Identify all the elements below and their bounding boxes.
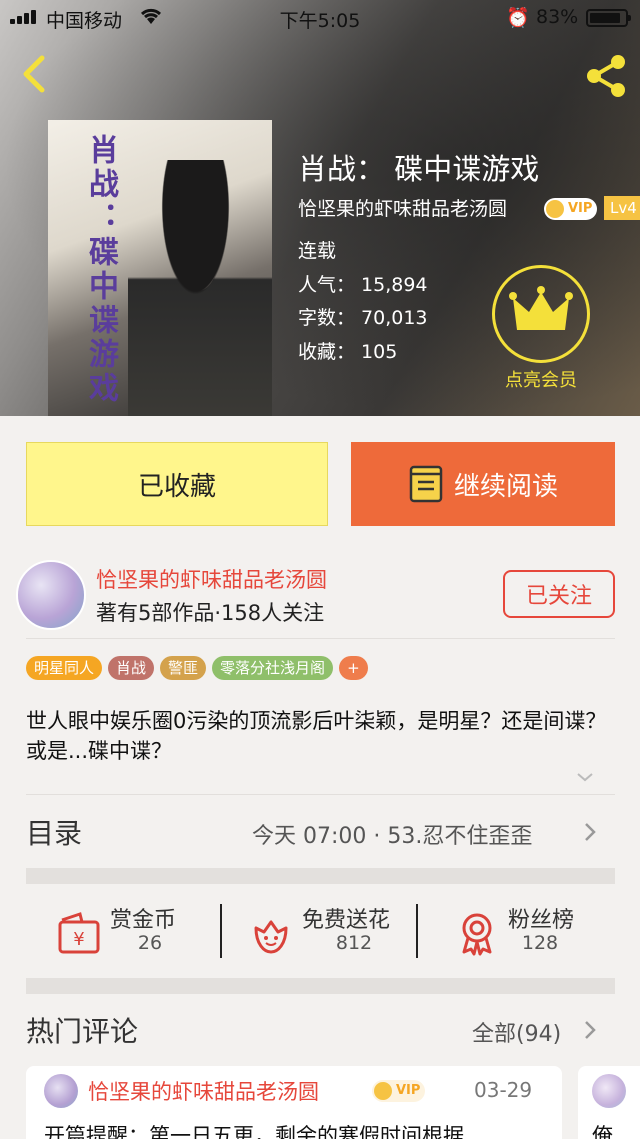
- word-count-stat: 字数： 70,013: [298, 307, 428, 329]
- divider: [26, 794, 615, 795]
- flower-count: 812: [335, 932, 373, 954]
- comment-card[interactable]: 俺: [578, 1066, 640, 1139]
- author-summary: 著有5部作品·158人关注: [96, 601, 325, 625]
- send-flower-label: 免费送花: [302, 908, 391, 933]
- commenter-avatar[interactable]: [592, 1074, 626, 1108]
- hot-comments-title: 热门评论: [26, 1015, 139, 1048]
- cover-title: 肖战：碟中谍游戏: [83, 134, 118, 406]
- author-name[interactable]: 恰坚果的虾味甜品老汤圆: [96, 564, 327, 594]
- vip-badge: VIP: [372, 1080, 426, 1102]
- comment-date: 03-29: [474, 1078, 533, 1102]
- author-avatar[interactable]: [16, 560, 86, 630]
- author-row: 恰坚果的虾味甜品老汤圆 著有5部作品·158人关注 已关注: [0, 556, 640, 636]
- coin-envelope-icon: ¥: [58, 912, 100, 954]
- reader-actions: ¥ 赏金币 26 免费送花 812 粉丝榜 128: [26, 886, 615, 978]
- book-title: 肖战： 碟中谍游戏: [298, 152, 540, 186]
- reward-coins-button[interactable]: ¥ 赏金币 26: [56, 886, 216, 978]
- comment-text: 开篇提醒：第一日五更，剩余的寒假时间根据: [44, 1124, 464, 1139]
- book-cover[interactable]: 肖战：碟中谍游戏: [48, 120, 272, 416]
- divider: [220, 904, 222, 958]
- book-author[interactable]: 恰坚果的虾味甜品老汤圆: [298, 194, 507, 221]
- popularity-stat: 人气： 15,894: [298, 274, 428, 296]
- commenter-avatar[interactable]: [44, 1074, 78, 1108]
- collected-button[interactable]: 已收藏: [26, 442, 328, 526]
- chevron-right-icon: [584, 1020, 596, 1040]
- expand-description-button[interactable]: [576, 768, 594, 782]
- member-label[interactable]: 点亮会员: [492, 366, 590, 392]
- latest-chapter-link[interactable]: 今天 07:00 · 53.忍不住歪歪: [252, 818, 532, 850]
- continue-reading-button[interactable]: 继续阅读: [351, 442, 615, 526]
- tag-list: 明星同人 肖战 警匪 零落分社浅月阁 +: [26, 656, 368, 682]
- reward-coins-count: 26: [137, 932, 163, 954]
- vip-badge: VIP: [544, 198, 598, 220]
- tag-item[interactable]: 肖战: [108, 656, 155, 680]
- tag-item[interactable]: 零落分社浅月阁: [212, 656, 334, 680]
- back-button[interactable]: [14, 52, 54, 96]
- book-description: 世人眼中娱乐圈0污染的顶流影后叶柒颖，是明星？还是间谍？或是...碟中谍？: [26, 709, 607, 763]
- cover-portrait: [128, 160, 272, 416]
- section-separator: [26, 868, 615, 884]
- commenter-name[interactable]: 恰坚果的虾味甜品老汤圆: [88, 1076, 319, 1106]
- level-badge: Lv4: [604, 196, 640, 220]
- svg-text:¥: ¥: [73, 929, 84, 950]
- tag-item[interactable]: 明星同人: [26, 656, 103, 680]
- battery-percent: 83%: [536, 6, 579, 28]
- reward-coins-label: 赏金币: [110, 908, 177, 933]
- chevron-left-icon: [23, 55, 45, 93]
- ribbon-medal-icon: [462, 913, 492, 956]
- all-comments-link[interactable]: 全部(94): [472, 1016, 561, 1048]
- toc-title[interactable]: 目录: [26, 812, 82, 852]
- follow-button[interactable]: 已关注: [503, 570, 615, 618]
- chevron-right-icon: [584, 822, 596, 842]
- share-icon: [587, 55, 625, 97]
- crown-icon: [374, 1082, 392, 1100]
- continue-reading-label: 继续阅读: [453, 471, 558, 502]
- fan-ranking-button[interactable]: 粉丝榜 128: [454, 886, 614, 978]
- divider: [416, 904, 418, 958]
- add-tag-button[interactable]: +: [339, 656, 368, 680]
- favorites-stat: 收藏： 105: [298, 341, 398, 363]
- flower-icon: [254, 920, 288, 954]
- send-flower-button[interactable]: 免费送花 812: [248, 886, 428, 978]
- crown-icon: [546, 200, 564, 218]
- status-bar: 中国移动 下午5:05 ⏰ 83%: [0, 0, 640, 36]
- fan-ranking-label: 粉丝榜: [508, 908, 575, 933]
- member-button[interactable]: [492, 265, 590, 363]
- alarm-icon: ⏰: [506, 7, 530, 29]
- chevron-down-icon: [577, 773, 593, 782]
- book-status: 连载: [298, 240, 337, 262]
- tag-item[interactable]: 警匪: [160, 656, 207, 680]
- section-separator: [26, 978, 615, 994]
- book-header: 中国移动 下午5:05 ⏰ 83% 肖战：碟中谍游戏 肖战： 碟中谍游戏 恰坚果…: [0, 0, 640, 416]
- comment-text: 俺: [592, 1124, 613, 1139]
- battery-icon: [586, 9, 631, 27]
- comment-card[interactable]: 恰坚果的虾味甜品老汤圆 VIP 03-29 开篇提醒：第一日五更，剩余的寒假时间…: [26, 1066, 562, 1139]
- share-button[interactable]: [582, 52, 630, 100]
- crown-icon: [509, 286, 573, 330]
- divider: [26, 638, 615, 639]
- book-icon: [409, 465, 443, 503]
- fan-ranking-count: 128: [521, 932, 559, 954]
